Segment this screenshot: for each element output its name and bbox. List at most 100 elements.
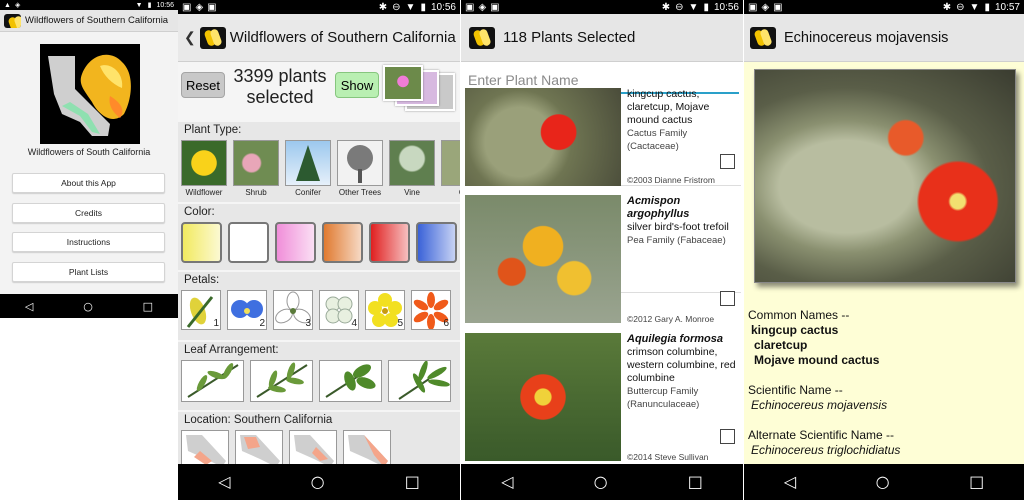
plant-type-conifer[interactable]: Conifer: [285, 140, 331, 197]
wifi-icon: ▼: [969, 1, 980, 13]
scientific-name-block: Scientific Name -- Echinocereus mojavens…: [748, 383, 887, 413]
color-swatch[interactable]: [275, 222, 316, 263]
plant-common-names: kingcup cactus, claretcup, Mojave mound …: [627, 88, 710, 126]
plant-type-label: Plant Type:: [184, 124, 242, 136]
recents-icon[interactable]: □: [969, 474, 984, 490]
android-icon: ◈: [478, 1, 487, 13]
plant-type-other-trees[interactable]: Other Trees: [337, 140, 383, 197]
plant-detail-screen: ▣ ◈ ▣ ✱ ⊖ ▼ ▮ 10:57 Echinocereus mojavensis Co…: [744, 0, 1024, 500]
petal-count-5[interactable]: 5: [365, 290, 405, 330]
app-title: Wildflowers of Southern California: [25, 15, 169, 26]
app-bar: 118 Plants Selected: [461, 14, 743, 62]
plant-list-item[interactable]: Aquilegia formosa crimson columbine, wes…: [465, 333, 741, 462]
nav-bar: ◁ ○ □: [744, 464, 1024, 500]
nav-bar: ◁ ○ □: [461, 464, 743, 500]
plant-count: 3399 plants selected: [228, 66, 332, 108]
plant-type-wildflower[interactable]: Wildflower: [181, 140, 227, 197]
plant-list-item[interactable]: kingcup cactus, claretcup, Mojave mound …: [465, 88, 741, 186]
warning-icon: ▲: [4, 1, 11, 9]
app-bar: Echinocereus mojavensis: [744, 14, 1024, 62]
back-icon[interactable]: ◁: [25, 301, 33, 312]
home-icon[interactable]: ○: [311, 474, 325, 490]
recents-icon[interactable]: □: [688, 474, 703, 490]
plant-type-shrub[interactable]: Shrub: [233, 140, 279, 197]
plant-type-cactus[interactable]: Ca: [441, 140, 460, 197]
credits-button[interactable]: Credits: [12, 203, 165, 223]
petal-count-2[interactable]: 2: [227, 290, 267, 330]
common-name: Mojave mound cactus: [754, 353, 880, 367]
home-icon[interactable]: ○: [876, 474, 890, 490]
photo-credit: ©2014 Steve Sullivan: [627, 452, 709, 462]
plant-info: kingcup cactus, claretcup, Mojave mound …: [627, 88, 741, 185]
image-icon: ▣: [490, 1, 500, 13]
color-section: Color:: [178, 204, 460, 270]
home-screen: ▲ ◈ ▼ ▮ 10:56 Wildflowers of Southern Calif…: [0, 0, 178, 318]
leaf-arrangement-label: Leaf Arrangement:: [184, 344, 279, 356]
app-bar: Wildflowers of Southern California: [0, 10, 178, 32]
reset-button[interactable]: Reset: [181, 72, 225, 98]
image-icon: ▣: [182, 1, 192, 13]
plant-scientific-name: Acmispon argophyllus: [627, 195, 690, 220]
leaf-alternate[interactable]: [181, 360, 244, 402]
plant-list-item[interactable]: Acmispon argophyllus silver bird's-foot …: [465, 195, 741, 324]
about-button[interactable]: About this App: [12, 173, 165, 193]
app-logo-icon: [750, 26, 776, 49]
battery-icon: ▮: [147, 2, 152, 9]
home-icon[interactable]: ○: [594, 474, 608, 490]
color-swatch[interactable]: [322, 222, 363, 263]
preview-thumbnails[interactable]: [383, 65, 457, 111]
instructions-button[interactable]: Instructions: [12, 232, 165, 252]
clock: 10:57: [994, 1, 1020, 13]
app-title: Wildflowers of Southern California: [229, 29, 456, 46]
plant-photo: [465, 88, 621, 186]
plant-type-vine[interactable]: Vine: [389, 140, 435, 197]
petals-label: Petals:: [184, 274, 220, 286]
petal-count-4[interactable]: 4: [319, 290, 359, 330]
plant-photo: [465, 195, 621, 323]
back-icon[interactable]: ◁: [218, 474, 230, 490]
back-chevron-icon[interactable]: ❮: [184, 29, 196, 46]
select-checkbox[interactable]: [720, 429, 735, 444]
plant-title: Echinocereus mojavensis: [784, 29, 949, 46]
status-bar: ▣ ◈ ▣ ✱ ⊖ ▼ ▮ 10:56: [461, 0, 743, 14]
leaf-whorled[interactable]: [388, 360, 451, 402]
leaf-opposite[interactable]: [250, 360, 313, 402]
alternate-scientific-name: Echinocereus triglochidiatus: [751, 443, 901, 457]
home-icon[interactable]: ○: [83, 301, 93, 312]
plant-type-label-cactus: Ca: [441, 188, 460, 197]
petal-count-3[interactable]: 3: [273, 290, 313, 330]
nav-bar: ◁ ○ □: [178, 464, 460, 500]
color-swatch[interactable]: [369, 222, 410, 263]
status-bar: ▲ ◈ ▼ ▮ 10:56: [0, 0, 178, 10]
app-bar: ❮ Wildflowers of Southern California: [178, 14, 460, 62]
show-button[interactable]: Show: [335, 72, 379, 98]
petal-count-label: 1: [213, 318, 219, 329]
plant-lists-button[interactable]: Plant Lists: [12, 262, 165, 282]
plant-list-screen: ▣ ◈ ▣ ✱ ⊖ ▼ ▮ 10:56 118 Plants Selected Enter …: [461, 0, 743, 500]
petal-count-1[interactable]: 1: [181, 290, 221, 330]
plant-type-label-shrub: Shrub: [245, 188, 267, 197]
photo-credit: ©2012 Gary A. Monroe: [627, 314, 715, 324]
select-checkbox[interactable]: [720, 291, 735, 306]
nav-bar: ◁ ○ □: [0, 294, 178, 318]
recents-icon[interactable]: □: [405, 474, 420, 490]
plant-photo[interactable]: [754, 69, 1016, 283]
status-bar: ▣ ◈ ▣ ✱ ⊖ ▼ ▮ 10:56: [178, 0, 460, 14]
color-swatch[interactable]: [416, 222, 457, 263]
color-swatch[interactable]: [228, 222, 269, 263]
back-icon[interactable]: ◁: [501, 474, 513, 490]
android-icon: ◈: [761, 1, 770, 13]
app-logo-icon: [4, 13, 21, 28]
color-swatch[interactable]: [181, 222, 222, 263]
android-icon: ◈: [195, 1, 204, 13]
plant-scientific-name: Aquilegia formosa: [627, 333, 723, 345]
alternate-name-heading: Alternate Scientific Name --: [748, 428, 895, 442]
petal-count-label: 6: [443, 318, 449, 329]
wifi-icon: ▼: [688, 1, 699, 13]
leaf-compound[interactable]: [319, 360, 382, 402]
photo-credit: ©2003 Dianne Fristrom: [627, 175, 715, 185]
back-icon[interactable]: ◁: [784, 474, 796, 490]
petal-count-6[interactable]: 6: [411, 290, 451, 330]
select-checkbox[interactable]: [720, 154, 735, 169]
recents-icon[interactable]: □: [143, 301, 153, 312]
